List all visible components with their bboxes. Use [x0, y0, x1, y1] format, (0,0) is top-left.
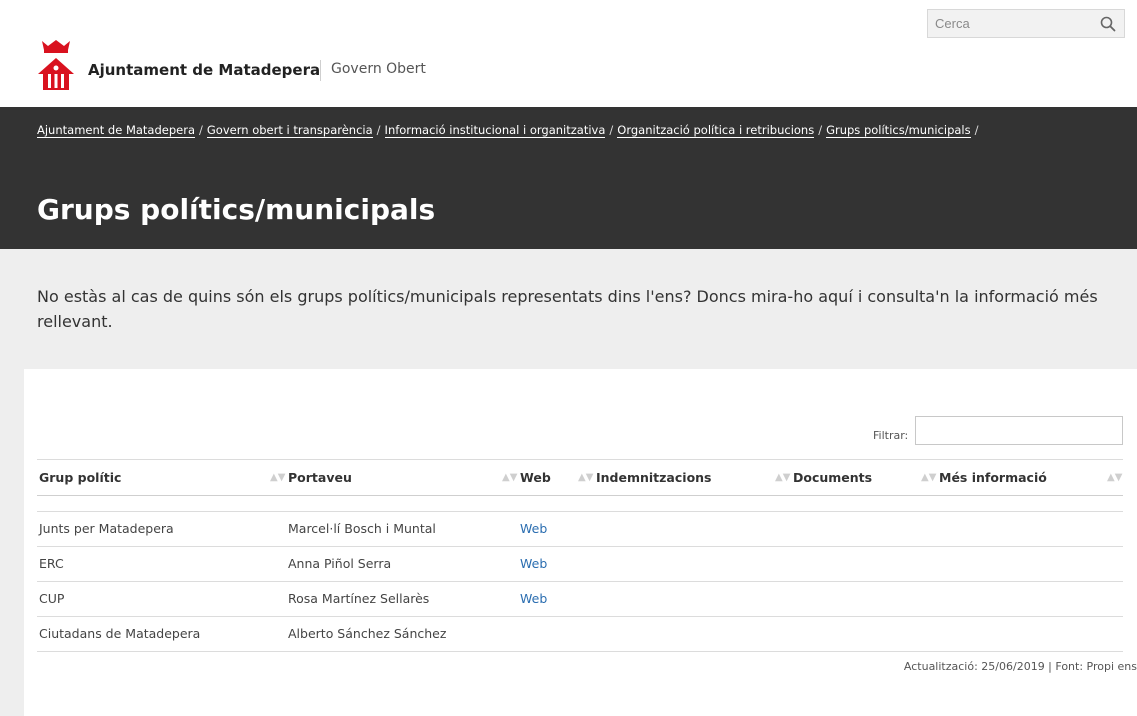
breadcrumb-link-grups-politics[interactable]: Grups polítics/municipals: [826, 123, 971, 138]
page-title: Grups polítics/municipals: [37, 193, 436, 226]
breadcrumb-separator: /: [376, 123, 381, 137]
cell-spokesperson: Alberto Sánchez Sánchez: [288, 626, 447, 641]
web-link[interactable]: Web: [520, 591, 547, 606]
breadcrumb-separator: /: [818, 123, 823, 137]
column-header-documents[interactable]: Documents: [791, 460, 872, 496]
cell-group: ERC: [39, 556, 64, 571]
filter-label: Filtrar:: [873, 429, 909, 442]
breadcrumb-link-ajuntament[interactable]: Ajuntament de Matadepera: [37, 123, 196, 138]
groups-table-panel: Filtrar: Grup polític ▲▼ Portaveu ▲▼ Web…: [24, 369, 1137, 716]
breadcrumb-separator: /: [199, 123, 203, 137]
sort-icon[interactable]: ▲▼: [578, 460, 593, 496]
search-input[interactable]: [928, 10, 1093, 37]
page-header: Ajuntament de Matadepera / Govern obert i …: [0, 107, 1137, 249]
breadcrumb-separator: /: [609, 123, 614, 137]
cell-group: Ciutadans de Matadepera: [39, 626, 201, 641]
column-header-grup-politic[interactable]: Grup polític: [37, 460, 121, 496]
table-row: Junts per Matadepera Marcel·lí Bosch i M…: [37, 512, 1123, 547]
site-section[interactable]: Govern Obert: [331, 61, 426, 77]
sort-icon[interactable]: ▲▼: [921, 460, 936, 496]
column-header-web[interactable]: Web: [518, 460, 551, 496]
site-name[interactable]: Ajuntament de Matadepera: [88, 61, 320, 79]
web-link[interactable]: Web: [520, 556, 547, 571]
breadcrumb-separator: /: [974, 123, 979, 137]
table-spacer: [37, 496, 1123, 512]
table-header: Grup polític ▲▼ Portaveu ▲▼ Web ▲▼ Indem…: [37, 459, 1123, 496]
sort-icon[interactable]: ▲▼: [270, 460, 285, 496]
column-header-indemnitzacions[interactable]: Indemnitzacions: [594, 460, 712, 496]
table-footnote: Actualització: 25/06/2019 | Font: Propi …: [903, 660, 1137, 673]
search-box: [927, 9, 1125, 38]
table-row: ERC Anna Piñol Serra Web: [37, 547, 1123, 582]
cell-web: [518, 617, 520, 651]
sort-icon[interactable]: ▲▼: [1107, 460, 1122, 496]
search-icon[interactable]: [1092, 10, 1124, 37]
breadcrumb: Ajuntament de Matadepera / Govern obert i …: [37, 123, 982, 138]
web-link[interactable]: Web: [520, 521, 547, 536]
breadcrumb-link-govern-obert[interactable]: Govern obert i transparència: [206, 123, 373, 138]
column-header-mes-informacio[interactable]: Més informació: [937, 460, 1047, 496]
cell-group: CUP: [39, 591, 65, 606]
breadcrumb-link-organitzacio-politica[interactable]: Organització política i retribucions: [617, 123, 815, 138]
cell-spokesperson: Marcel·lí Bosch i Muntal: [288, 521, 436, 536]
cell-spokesperson: Anna Piñol Serra: [288, 556, 392, 571]
cell-web: Web: [518, 512, 547, 546]
brand-divider: [320, 60, 321, 81]
sort-icon[interactable]: ▲▼: [775, 460, 790, 496]
intro-text: No estàs al cas de quins són els grups p…: [37, 287, 1098, 331]
table-row: Ciutadans de Matadepera Alberto Sánchez …: [37, 617, 1123, 652]
cell-web: Web: [518, 582, 547, 616]
cell-web: Web: [518, 547, 547, 581]
cell-group: Junts per Matadepera: [39, 521, 174, 536]
cell-spokesperson: Rosa Martínez Sellarès: [288, 591, 430, 606]
municipal-crest-icon[interactable]: [36, 38, 76, 92]
table-row: CUP Rosa Martínez Sellarès Web: [37, 582, 1123, 617]
sort-icon[interactable]: ▲▼: [502, 460, 517, 496]
breadcrumb-link-informacio-institucional[interactable]: Informació institucional i organitzativa: [384, 123, 606, 138]
filter-input[interactable]: [915, 416, 1123, 445]
column-header-portaveu[interactable]: Portaveu: [286, 460, 352, 496]
groups-table: Grup polític ▲▼ Portaveu ▲▼ Web ▲▼ Indem…: [37, 459, 1123, 652]
site-header: Ajuntament de Matadepera Govern Obert: [0, 0, 1137, 107]
